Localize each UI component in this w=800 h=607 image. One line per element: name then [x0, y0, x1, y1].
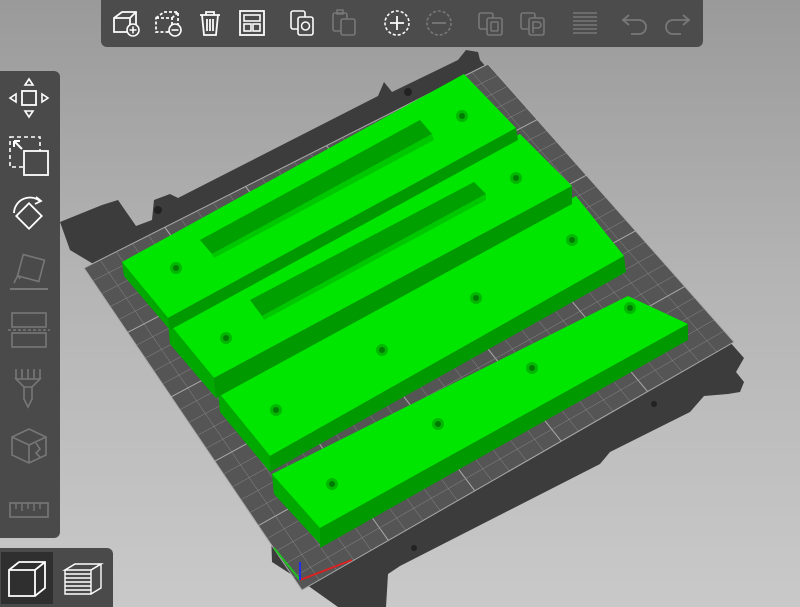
scale-button[interactable] — [4, 131, 54, 181]
bed-screw-icon — [651, 401, 657, 407]
split-to-objects-icon — [478, 12, 503, 36]
scale-icon — [9, 136, 49, 176]
3d-view-icon — [8, 561, 46, 597]
place-on-face-button[interactable] — [4, 247, 54, 297]
layers-editing-button[interactable] — [567, 5, 603, 41]
add-instance-icon — [384, 10, 410, 36]
bed-screw-icon — [411, 545, 417, 551]
top-toolbar — [101, 0, 703, 47]
support-painting-icon — [14, 369, 42, 409]
3d-view-button[interactable] — [1, 552, 53, 604]
3d-viewport[interactable] — [0, 0, 800, 607]
redo-icon — [665, 14, 691, 35]
measure-button[interactable] — [4, 485, 54, 535]
add-instance-button[interactable] — [379, 5, 415, 41]
arrange-button[interactable] — [234, 5, 270, 41]
redo-button[interactable] — [659, 5, 695, 41]
bed-screw-icon — [404, 88, 412, 96]
view-toggle — [0, 548, 113, 607]
remove-instance-button[interactable] — [421, 5, 457, 41]
undo-icon — [621, 14, 647, 35]
paste-icon — [332, 9, 356, 36]
seam-painting-button[interactable] — [4, 421, 54, 471]
paste-button[interactable] — [326, 5, 362, 41]
seam-painting-icon — [11, 428, 47, 464]
delete-object-icon — [155, 11, 182, 37]
delete-object-button[interactable] — [150, 5, 186, 41]
arrange-icon — [239, 10, 265, 36]
split-to-objects-button[interactable] — [473, 5, 509, 41]
add-object-button[interactable] — [108, 5, 144, 41]
delete-all-icon — [200, 11, 220, 36]
split-to-parts-icon — [520, 12, 545, 36]
cut-button[interactable] — [4, 305, 54, 355]
left-toolbar — [0, 71, 60, 538]
copy-icon — [290, 10, 314, 36]
cut-icon — [8, 312, 50, 348]
split-to-parts-button[interactable] — [515, 5, 551, 41]
copy-button[interactable] — [284, 5, 320, 41]
remove-instance-icon — [426, 10, 452, 36]
place-on-face-icon — [10, 253, 48, 290]
rotate-button[interactable] — [4, 189, 54, 239]
rotate-icon — [13, 196, 44, 231]
bed-screw-icon — [154, 206, 162, 214]
measure-icon — [9, 502, 49, 518]
move-icon — [8, 77, 50, 119]
preview-layers-icon — [62, 563, 104, 595]
undo-button[interactable] — [617, 5, 653, 41]
delete-all-button[interactable] — [192, 5, 228, 41]
add-object-icon — [113, 11, 140, 37]
layers-editing-icon — [573, 12, 597, 34]
preview-layers-button[interactable] — [57, 552, 109, 604]
support-painting-button[interactable] — [4, 363, 54, 413]
move-button[interactable] — [4, 73, 54, 123]
